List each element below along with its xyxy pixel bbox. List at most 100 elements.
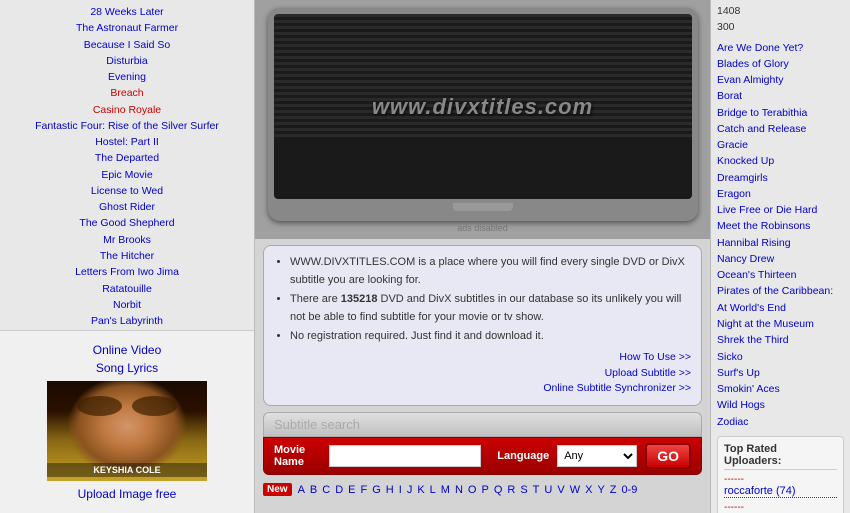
alpha-link[interactable]: Q: [492, 484, 505, 496]
song-lyrics-link[interactable]: Song Lyrics: [10, 361, 244, 375]
thumbnail-box: KEYSHIA COLE: [47, 381, 207, 481]
right-movie-link[interactable]: Smokin' Aces: [717, 381, 844, 397]
right-movie-link[interactable]: Hannibal Rising: [717, 235, 844, 251]
left-movie-link[interactable]: Epic Movie: [0, 167, 254, 183]
left-movie-link[interactable]: License to Wed: [0, 183, 254, 199]
alpha-link[interactable]: T: [531, 484, 542, 496]
left-movie-link[interactable]: Casino Royale: [0, 102, 254, 118]
right-movie-link[interactable]: Evan Almighty: [717, 72, 844, 88]
left-movie-link[interactable]: Breach: [0, 85, 254, 101]
right-movie-link[interactable]: Surf's Up: [717, 365, 844, 381]
language-select[interactable]: AnyEnglishSpanishFrenchGermanItalianPort…: [557, 445, 637, 467]
alpha-link[interactable]: H: [384, 484, 396, 496]
alpha-link[interactable]: L: [428, 484, 438, 496]
tv-container: www.divxtitles.com ads disabled: [255, 0, 710, 239]
alpha-link[interactable]: D: [333, 484, 345, 496]
search-label-bar: Subtitle search: [263, 412, 702, 437]
right-movie-link[interactable]: Eragon: [717, 186, 844, 202]
right-movie-link[interactable]: Meet the Robinsons: [717, 218, 844, 234]
left-movie-link[interactable]: Ratatouille: [0, 281, 254, 297]
right-movie-link[interactable]: Ocean's Thirteen: [717, 267, 844, 283]
left-movie-link[interactable]: Pan's Labyrinth: [0, 313, 254, 329]
left-movie-link[interactable]: The Astronaut Farmer: [0, 20, 254, 36]
right-movie-link[interactable]: Zodiac: [717, 414, 844, 430]
tv-screen: www.divxtitles.com: [274, 14, 692, 199]
left-movie-link[interactable]: Ghost Rider: [0, 199, 254, 215]
left-movie-link[interactable]: Mr Brooks: [0, 232, 254, 248]
uploader-item: ------roccaforte (74): [724, 474, 837, 498]
movie-name-input[interactable]: [329, 445, 481, 467]
center-area: www.divxtitles.com ads disabled WWW.DIVX…: [255, 0, 710, 513]
right-movie-link[interactable]: Wild Hogs: [717, 397, 844, 413]
right-movie-link[interactable]: Nancy Drew: [717, 251, 844, 267]
alpha-link[interactable]: Y: [595, 484, 606, 496]
left-movie-link[interactable]: The Hitcher: [0, 248, 254, 264]
alpha-link[interactable]: G: [370, 484, 383, 496]
right-movie-link[interactable]: Night at the Museum: [717, 316, 844, 332]
alpha-link[interactable]: A: [296, 484, 307, 496]
search-container: Subtitle search Movie Name Language AnyE…: [263, 412, 702, 475]
left-movie-link[interactable]: Because I Said So: [0, 37, 254, 53]
search-placeholder-text: Subtitle search: [274, 417, 360, 432]
left-movie-link[interactable]: Fantastic Four: Rise of the Silver Surfe…: [0, 118, 254, 134]
alpha-link[interactable]: R: [505, 484, 517, 496]
uploader-dots: ------: [724, 502, 837, 513]
alpha-link[interactable]: Z: [608, 484, 619, 496]
right-movie-link[interactable]: Bridge to Terabithia: [717, 105, 844, 121]
go-button[interactable]: GO: [645, 443, 691, 469]
alpha-link[interactable]: F: [359, 484, 370, 496]
uploader-link[interactable]: roccaforte (74): [724, 485, 837, 498]
left-movie-link[interactable]: The Departed: [0, 150, 254, 166]
search-form-bar: Movie Name Language AnyEnglishSpanishFre…: [263, 437, 702, 475]
left-movie-link[interactable]: Letters From Iwo Jima: [0, 264, 254, 280]
alpha-link[interactable]: J: [405, 484, 415, 496]
alpha-link[interactable]: N: [453, 484, 465, 496]
right-movie-link[interactable]: Borat: [717, 88, 844, 104]
alpha-link[interactable]: 0-9: [620, 484, 640, 496]
sync-link[interactable]: Online Subtitle Synchronizer >>: [274, 381, 691, 397]
right-movie-link[interactable]: Live Free or Die Hard: [717, 202, 844, 218]
alpha-link[interactable]: E: [346, 484, 357, 496]
tv-url-text: www.divxtitles.com: [372, 94, 593, 120]
movie-name-label: Movie Name: [274, 444, 321, 468]
upload-subtitle-link[interactable]: Upload Subtitle >>: [274, 366, 691, 382]
alpha-link[interactable]: C: [320, 484, 332, 496]
info-links: How To Use >> Upload Subtitle >> Online …: [274, 350, 691, 397]
online-video-link[interactable]: Online Video: [10, 343, 244, 357]
right-movie-link[interactable]: Pirates of the Caribbean: At World's End: [717, 283, 844, 316]
alpha-link[interactable]: S: [518, 484, 529, 496]
main-layout: 28 Weeks LaterThe Astronaut FarmerBecaus…: [0, 0, 850, 513]
left-movie-link[interactable]: Evening: [0, 69, 254, 85]
left-movie-link[interactable]: Norbit: [0, 297, 254, 313]
right-numbers: 1408300: [717, 4, 844, 36]
language-label: Language: [497, 450, 549, 462]
right-movie-link[interactable]: Are We Done Yet?: [717, 40, 844, 56]
right-movie-link[interactable]: Dreamgirls: [717, 170, 844, 186]
upload-image-link[interactable]: Upload Image free: [10, 487, 244, 501]
alpha-link[interactable]: M: [439, 484, 452, 496]
alpha-link[interactable]: B: [308, 484, 319, 496]
left-sidebar: 28 Weeks LaterThe Astronaut FarmerBecaus…: [0, 0, 255, 513]
right-movie-link[interactable]: Knocked Up: [717, 153, 844, 169]
alpha-link[interactable]: O: [466, 484, 479, 496]
alpha-link[interactable]: I: [397, 484, 404, 496]
tv-bottom-bar: [274, 199, 692, 215]
right-movie-link[interactable]: Shrek the Third: [717, 332, 844, 348]
left-movie-link[interactable]: 28 Weeks Later: [0, 4, 254, 20]
left-movie-link[interactable]: The Good Shepherd: [0, 215, 254, 231]
alpha-link[interactable]: U: [542, 484, 554, 496]
left-movie-link[interactable]: Disturbia: [0, 53, 254, 69]
right-movie-link[interactable]: Blades of Glory: [717, 56, 844, 72]
info-list: WWW.DIVXTITLES.COM is a place where you …: [274, 254, 691, 346]
alpha-link[interactable]: W: [568, 484, 582, 496]
info-line-2: There are 135218 DVD and DivX subtitles …: [290, 291, 691, 326]
right-movie-link[interactable]: Sicko: [717, 349, 844, 365]
alpha-link[interactable]: P: [479, 484, 490, 496]
left-movie-link[interactable]: Hostel: Part II: [0, 134, 254, 150]
alpha-link[interactable]: V: [555, 484, 566, 496]
right-movie-link[interactable]: Gracie: [717, 137, 844, 153]
right-movie-link[interactable]: Catch and Release: [717, 121, 844, 137]
how-to-use-link[interactable]: How To Use >>: [274, 350, 691, 366]
alpha-link[interactable]: K: [415, 484, 426, 496]
alpha-link[interactable]: X: [583, 484, 594, 496]
